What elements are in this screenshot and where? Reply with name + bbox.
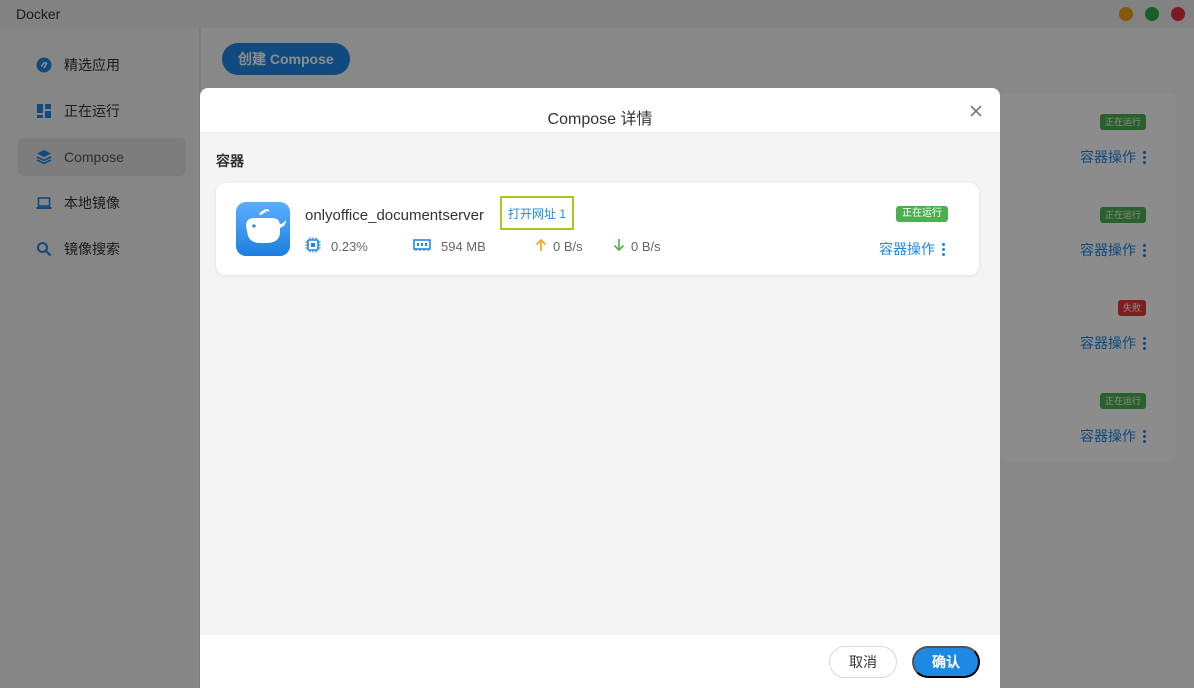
dialog-body: 容器 onlyoffice_documentserver 打开网址 1 0.23… (200, 133, 1000, 635)
memory-stat: 594 MB (413, 238, 535, 255)
download-stat: 0 B/s (613, 238, 661, 255)
arrow-up-icon (535, 238, 553, 255)
upload-stat: 0 B/s (535, 238, 613, 255)
status-badge: 正在运行 (896, 206, 948, 222)
dialog-title: Compose 详情 (547, 111, 653, 128)
container-actions-label: 容器操作 (879, 241, 935, 257)
cpu-value: 0.23% (331, 238, 368, 254)
more-vert-icon (942, 242, 945, 256)
memory-value: 594 MB (441, 238, 486, 254)
container-card: onlyoffice_documentserver 打开网址 1 0.23% 5… (216, 183, 979, 275)
download-value: 0 B/s (631, 238, 661, 254)
upload-value: 0 B/s (553, 238, 583, 254)
close-icon[interactable] (967, 102, 985, 120)
whale-app-icon (236, 202, 290, 256)
section-title: 容器 (216, 153, 244, 169)
cancel-button[interactable]: 取消 (829, 646, 897, 678)
dialog-footer: 取消 确认 (200, 635, 1000, 688)
cpu-stat: 0.23% (305, 237, 413, 256)
confirm-button[interactable]: 确认 (912, 646, 980, 678)
open-url-link[interactable]: 打开网址 1 (500, 196, 575, 230)
compose-details-dialog: Compose 详情 容器 onlyoffice_documentserver … (200, 88, 1000, 688)
container-actions-button[interactable]: 容器操作 (879, 239, 945, 259)
dialog-header: Compose 详情 (200, 88, 1000, 133)
container-stats: 0.23% 594 MB 0 B/s 0 B/s (305, 236, 661, 256)
arrow-down-icon (613, 238, 631, 255)
memory-icon (413, 238, 441, 255)
cpu-chip-icon (305, 237, 331, 256)
container-name: onlyoffice_documentserver (305, 207, 484, 224)
